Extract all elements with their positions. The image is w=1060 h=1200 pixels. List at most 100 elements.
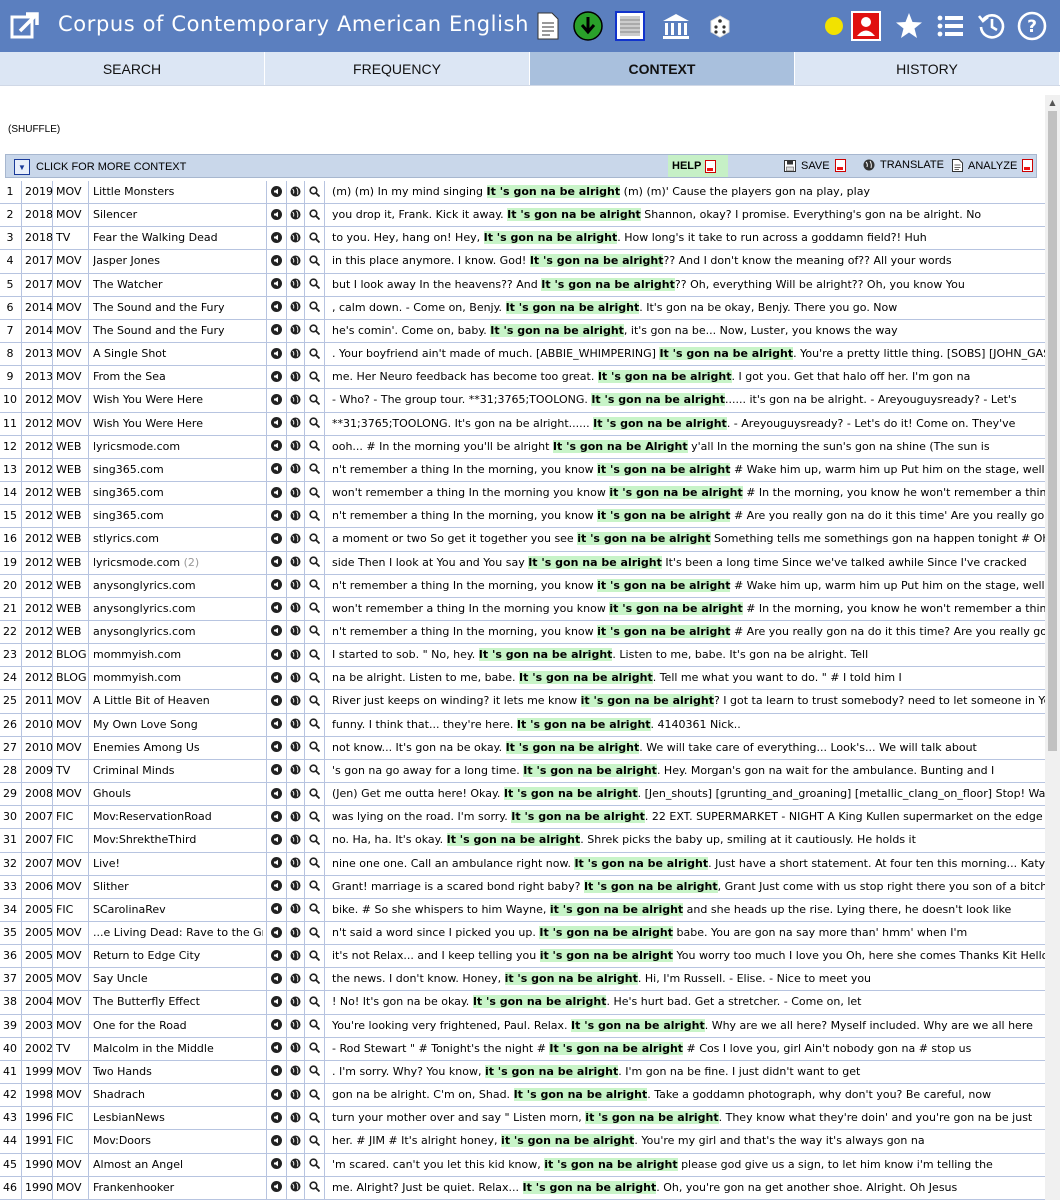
speaker-icon[interactable] — [270, 1042, 282, 1054]
source-title[interactable]: Jasper Jones — [93, 254, 160, 267]
translate-globe-icon[interactable] — [289, 532, 301, 544]
row-source[interactable]: anysonglyrics.com — [93, 579, 263, 592]
source-title[interactable]: sing365.com — [93, 509, 164, 522]
source-title[interactable]: Ghouls — [93, 787, 131, 800]
row-source[interactable]: Fear the Walking Dead — [93, 231, 263, 244]
speaker-icon[interactable] — [270, 393, 282, 405]
keyword-match[interactable]: it 's gon na be alright — [501, 1134, 635, 1148]
magnifier-icon[interactable] — [308, 208, 320, 220]
keyword-match[interactable]: It 's gon na be alright — [513, 1088, 648, 1102]
translate-globe-icon[interactable] — [289, 486, 301, 498]
source-title[interactable]: Malcolm in the Middle — [93, 1042, 214, 1055]
row-source[interactable]: mommyish.com — [93, 648, 263, 661]
source-title[interactable]: Live! — [93, 857, 120, 870]
translate-globe-icon[interactable] — [289, 579, 301, 591]
row-source[interactable]: The Sound and the Fury — [93, 301, 263, 314]
translate-globe-icon[interactable] — [289, 1019, 301, 1031]
speaker-icon[interactable] — [270, 718, 282, 730]
row-source[interactable]: Frankenhooker — [93, 1181, 263, 1194]
row-source[interactable]: The Watcher — [93, 278, 263, 291]
bank-icon[interactable] — [660, 10, 692, 42]
row-source[interactable]: sing365.com — [93, 509, 263, 522]
magnifier-icon[interactable] — [308, 486, 320, 498]
translate-globe-icon[interactable] — [289, 764, 301, 776]
download-icon[interactable] — [572, 10, 604, 42]
translate-globe-icon[interactable] — [289, 208, 301, 220]
translate-globe-icon[interactable] — [289, 370, 301, 382]
source-title[interactable]: Return to Edge City — [93, 949, 200, 962]
dice-icon[interactable] — [704, 10, 736, 42]
magnifier-icon[interactable] — [308, 949, 320, 961]
source-title[interactable]: LesbianNews — [93, 1111, 165, 1124]
source-title[interactable]: My Own Love Song — [93, 718, 198, 731]
magnifier-icon[interactable] — [308, 602, 320, 614]
translate-globe-icon[interactable] — [289, 1088, 301, 1100]
keyword-match[interactable]: it 's gon na be alright — [544, 1157, 678, 1171]
row-source[interactable]: A Single Shot — [93, 347, 263, 360]
keyword-match[interactable]: It 's gon na be alright — [478, 648, 613, 662]
row-source[interactable]: Wish You Were Here — [93, 393, 263, 406]
speaker-icon[interactable] — [270, 764, 282, 776]
source-title[interactable]: lyricsmode.com — [93, 440, 180, 453]
speaker-icon[interactable] — [270, 463, 282, 475]
vertical-scrollbar[interactable]: ▲ — [1045, 95, 1060, 1200]
row-source[interactable]: SCarolinaRev — [93, 903, 263, 916]
keyword-match[interactable]: It 's gon na be alright — [523, 763, 657, 777]
source-title[interactable]: Frankenhooker — [93, 1181, 174, 1194]
translate-globe-icon[interactable] — [289, 556, 301, 568]
speaker-icon[interactable] — [270, 1088, 282, 1100]
source-title[interactable]: mommyish.com — [93, 671, 181, 684]
row-source[interactable]: Shadrach — [93, 1088, 263, 1101]
row-source[interactable]: Enemies Among Us — [93, 741, 263, 754]
row-source[interactable]: Jasper Jones — [93, 254, 263, 267]
keyword-match[interactable]: It 's gon na be alright — [539, 926, 674, 939]
source-title[interactable]: Little Monsters — [93, 185, 174, 198]
translate-globe-icon[interactable] — [289, 857, 301, 869]
source-title[interactable]: The Butterfly Effect — [93, 995, 200, 1008]
magnifier-icon[interactable] — [308, 1158, 320, 1170]
save-button[interactable]: SAVE — [784, 159, 846, 172]
source-title[interactable]: Enemies Among Us — [93, 741, 200, 754]
translate-globe-icon[interactable] — [289, 1065, 301, 1077]
keyword-match[interactable]: It 's gon na be alright — [507, 208, 641, 222]
tab-context[interactable]: CONTEXT — [530, 52, 795, 85]
magnifier-icon[interactable] — [308, 393, 320, 405]
speaker-icon[interactable] — [270, 278, 282, 290]
magnifier-icon[interactable] — [308, 1181, 320, 1193]
source-title[interactable]: Wish You Were Here — [93, 417, 203, 430]
speaker-icon[interactable] — [270, 903, 282, 915]
translate-globe-icon[interactable] — [289, 880, 301, 892]
magnifier-icon[interactable] — [308, 972, 320, 984]
source-title[interactable]: A Single Shot — [93, 347, 166, 360]
star-icon[interactable] — [893, 10, 925, 42]
speaker-icon[interactable] — [270, 556, 282, 568]
translate-globe-icon[interactable] — [289, 347, 301, 359]
translate-globe-icon[interactable] — [289, 463, 301, 475]
row-source[interactable]: One for the Road — [93, 1019, 263, 1032]
magnifier-icon[interactable] — [308, 417, 320, 429]
speaker-icon[interactable] — [270, 1181, 282, 1193]
source-title[interactable]: sing365.com — [93, 486, 164, 499]
row-source[interactable]: LesbianNews — [93, 1111, 263, 1124]
magnifier-icon[interactable] — [308, 440, 320, 452]
help-icon[interactable]: ? — [1016, 10, 1048, 42]
keyword-match[interactable]: It 's gon na be alright — [519, 671, 653, 685]
magnifier-icon[interactable] — [308, 764, 320, 776]
row-source[interactable]: Return to Edge City — [93, 949, 263, 962]
translate-globe-icon[interactable] — [289, 625, 301, 637]
row-source[interactable]: Slither — [93, 880, 263, 893]
magnifier-icon[interactable] — [308, 787, 320, 799]
speaker-icon[interactable] — [270, 949, 282, 961]
row-source[interactable]: stlyrics.com — [93, 532, 263, 545]
speaker-icon[interactable] — [270, 509, 282, 521]
row-source[interactable]: My Own Love Song — [93, 718, 263, 731]
keyword-match[interactable]: it 's gon na be alright — [484, 1064, 619, 1078]
keyword-match[interactable]: It 's gon na be alright — [503, 787, 638, 801]
translate-globe-icon[interactable] — [289, 602, 301, 614]
source-title[interactable]: SCarolinaRev — [93, 903, 166, 916]
magnifier-icon[interactable] — [308, 463, 320, 475]
tab-frequency[interactable]: FREQUENCY — [265, 52, 530, 85]
magnifier-icon[interactable] — [308, 926, 320, 938]
keyword-match[interactable]: It 's gon na be alright — [528, 555, 662, 569]
speaker-icon[interactable] — [270, 880, 282, 892]
